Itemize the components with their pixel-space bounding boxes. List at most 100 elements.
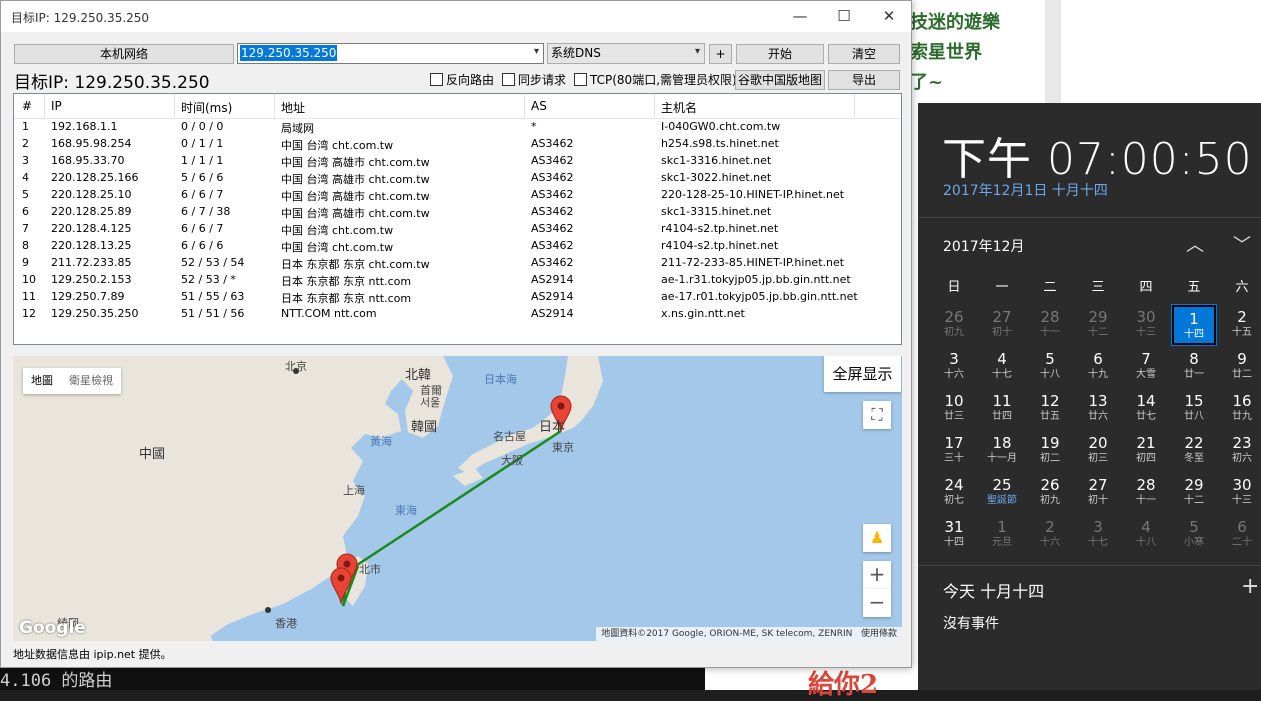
background-headline-2[interactable]: 索星世界 <box>910 38 982 64</box>
calendar-day[interactable]: 25 聖誕節 <box>980 473 1024 513</box>
hop-num: 6 <box>22 205 29 218</box>
chevron-down-icon[interactable]: ﹀ <box>1233 231 1251 257</box>
zoom-out-button[interactable]: − <box>863 589 891 617</box>
table-row[interactable]: 11 129.250.7.89 51 / 55 / 63 日本 东京都 东京 ntt.… <box>14 289 901 306</box>
route-map[interactable]: 北京 北韓 首爾 서울 韓國 中國 黃海 日本海 日本 名古屋 大阪 東京 上海… <box>13 356 902 641</box>
col-header-hostname[interactable]: 主机名 <box>661 99 697 116</box>
calendar-day[interactable]: 4 十七 <box>980 347 1024 387</box>
calendar-day[interactable]: 28 十一 <box>1124 473 1168 513</box>
checkbox-box[interactable] <box>574 73 587 86</box>
calendar-day[interactable]: 13 廿六 <box>1076 389 1120 429</box>
calendar-day[interactable]: 26 初九 <box>1028 473 1072 513</box>
calendar-day[interactable]: 6 二十 <box>1220 515 1261 555</box>
calendar-day[interactable]: 29 十二 <box>1076 305 1120 345</box>
calendar-day[interactable]: 20 初三 <box>1076 431 1120 471</box>
tcp-checkbox[interactable]: TCP(80端口,需管理员权限) <box>574 71 737 88</box>
col-header-as[interactable]: AS <box>531 99 547 113</box>
table-row[interactable]: 1 192.168.1.1 0 / 0 / 0 局域网 * I-040GW0.cht.co… <box>14 119 901 136</box>
calendar-day[interactable]: 2 十六 <box>1028 515 1072 555</box>
calendar-day[interactable]: 30 十三 <box>1124 305 1168 345</box>
local-network-button[interactable]: 本机网络 <box>14 44 234 64</box>
table-row[interactable]: 12 129.250.35.250 51 / 51 / 56 NTT.COM ntt.… <box>14 306 901 323</box>
calendar-day[interactable]: 5 小寒 <box>1172 515 1216 555</box>
add-button[interactable]: + <box>709 44 732 64</box>
col-header-address[interactable]: 地址 <box>281 99 305 116</box>
table-row[interactable]: 6 220.128.25.89 6 / 7 / 38 中国 台湾 高雄市 cht.co… <box>14 204 901 221</box>
calendar-day[interactable]: 3 十七 <box>1076 515 1120 555</box>
zoom-in-button[interactable]: + <box>863 561 891 589</box>
table-row[interactable]: 9 211.72.233.85 52 / 53 / 54 日本 东京都 东京 cht.… <box>14 255 901 272</box>
table-row[interactable]: 2 168.95.98.254 0 / 1 / 1 中国 台湾 cht.com.tw A… <box>14 136 901 153</box>
reverse-route-checkbox[interactable]: 反向路由 <box>430 71 494 88</box>
fullscreen-display-button[interactable]: 全屏显示 <box>824 356 901 392</box>
google-china-map-button[interactable]: 谷歌中国版地图 <box>735 70 825 90</box>
table-row[interactable]: 7 220.128.4.125 6 / 6 / 7 中国 台湾 cht.com.tw A… <box>14 221 901 238</box>
col-header-num[interactable]: # <box>22 99 32 113</box>
chevron-down-icon[interactable]: ▾ <box>534 46 539 57</box>
clock-date-link[interactable]: 2017年12月1日 十月十四 <box>943 180 1108 200</box>
calendar-day[interactable]: 27 初十 <box>1076 473 1120 513</box>
calendar-day[interactable]: 7 大雪 <box>1124 347 1168 387</box>
calendar-day[interactable]: 18 十一月 <box>980 431 1024 471</box>
background-headline-1[interactable]: 技迷的遊樂 <box>910 8 1000 34</box>
calendar-day[interactable]: 11 廿四 <box>980 389 1024 429</box>
add-event-icon[interactable]: + <box>1241 574 1259 599</box>
title-bar[interactable]: 目标IP: 129.250.35.250 — ☐ ✕ <box>1 1 911 32</box>
calendar-day[interactable]: 9 廿二 <box>1220 347 1261 387</box>
calendar-day[interactable]: 3 十六 <box>932 347 976 387</box>
calendar-day[interactable]: 14 廿七 <box>1124 389 1168 429</box>
export-button[interactable]: 导出 <box>828 70 900 90</box>
calendar-day[interactable]: 24 初七 <box>932 473 976 513</box>
calendar-day[interactable]: 15 廿八 <box>1172 389 1216 429</box>
checkbox-box[interactable] <box>430 73 443 86</box>
minimize-icon[interactable]: — <box>777 1 823 32</box>
google-logo: Google <box>19 618 86 638</box>
calendar-day[interactable]: 5 十八 <box>1028 347 1072 387</box>
calendar-day[interactable]: 2 十五 <box>1220 305 1261 345</box>
table-row[interactable]: 3 168.95.33.70 1 / 1 / 1 中国 台湾 高雄市 cht.com.… <box>14 153 901 170</box>
calendar-day[interactable]: 29 十二 <box>1172 473 1216 513</box>
chevron-down-icon[interactable]: ▾ <box>695 46 700 57</box>
calendar-day[interactable]: 17 三十 <box>932 431 976 471</box>
checkbox-box[interactable] <box>502 73 515 86</box>
calendar-day[interactable]: 12 廿五 <box>1028 389 1072 429</box>
chevron-up-icon[interactable]: ︿ <box>1186 231 1204 257</box>
calendar-day[interactable]: 22 冬至 <box>1172 431 1216 471</box>
calendar-day[interactable]: 19 初二 <box>1028 431 1072 471</box>
table-row[interactable]: 4 220.128.25.166 5 / 6 / 6 中国 台湾 高雄市 cht.co… <box>14 170 901 187</box>
calendar-day[interactable]: 8 廿一 <box>1172 347 1216 387</box>
clear-button[interactable]: 清空 <box>828 44 900 64</box>
table-row[interactable]: 10 129.250.2.153 52 / 53 / * 日本 东京都 东京 ntt.… <box>14 272 901 289</box>
maximize-icon[interactable]: ☐ <box>821 1 867 32</box>
fullscreen-icon[interactable]: ⛶ <box>863 401 891 429</box>
calendar-day[interactable]: 27 初十 <box>980 305 1024 345</box>
calendar-day[interactable]: 16 廿九 <box>1220 389 1261 429</box>
map-type-map[interactable]: 地圖 <box>23 368 61 394</box>
calendar-day[interactable]: 6 十九 <box>1076 347 1120 387</box>
map-type-satellite[interactable]: 衛星檢視 <box>61 368 121 394</box>
calendar-day[interactable]: 31 十四 <box>932 515 976 555</box>
hop-table[interactable]: # IP 时间(ms) 地址 AS 主机名 1 192.168.1.1 0 / 0 … <box>13 93 902 345</box>
calendar-day[interactable]: 26 初九 <box>932 305 976 345</box>
calendar-month[interactable]: 2017年12月 <box>943 236 1024 256</box>
calendar-day[interactable]: 28 十一 <box>1028 305 1072 345</box>
map-terms-link[interactable]: 使用條款 <box>861 629 897 639</box>
close-icon[interactable]: ✕ <box>866 1 912 32</box>
col-header-ip[interactable]: IP <box>51 99 62 113</box>
calendar-day[interactable]: 23 初六 <box>1220 431 1261 471</box>
table-row[interactable]: 5 220.128.25.10 6 / 6 / 7 中国 台湾 高雄市 cht.com… <box>14 187 901 204</box>
calendar-day[interactable]: 1 元旦 <box>980 515 1024 555</box>
calendar-day[interactable]: 10 廿三 <box>932 389 976 429</box>
pegman-icon[interactable]: ♟ <box>863 524 891 552</box>
sync-request-checkbox[interactable]: 同步请求 <box>502 71 566 88</box>
target-input[interactable]: 129.250.35.250 ▾ <box>237 43 544 64</box>
calendar-day[interactable]: 4 十八 <box>1124 515 1168 555</box>
col-header-time[interactable]: 时间(ms) <box>181 99 232 116</box>
dns-select[interactable]: 系统DNS ▾ <box>547 43 705 64</box>
start-button[interactable]: 开始 <box>736 44 824 64</box>
calendar-day[interactable]: 21 初四 <box>1124 431 1168 471</box>
map-type-control[interactable]: 地圖 衛星檢視 <box>23 368 121 394</box>
calendar-day-today[interactable]: 1 十四 <box>1172 305 1216 345</box>
calendar-day[interactable]: 30 十三 <box>1220 473 1261 513</box>
table-row[interactable]: 8 220.128.13.25 6 / 6 / 6 中国 台湾 cht.com.tw A… <box>14 238 901 255</box>
